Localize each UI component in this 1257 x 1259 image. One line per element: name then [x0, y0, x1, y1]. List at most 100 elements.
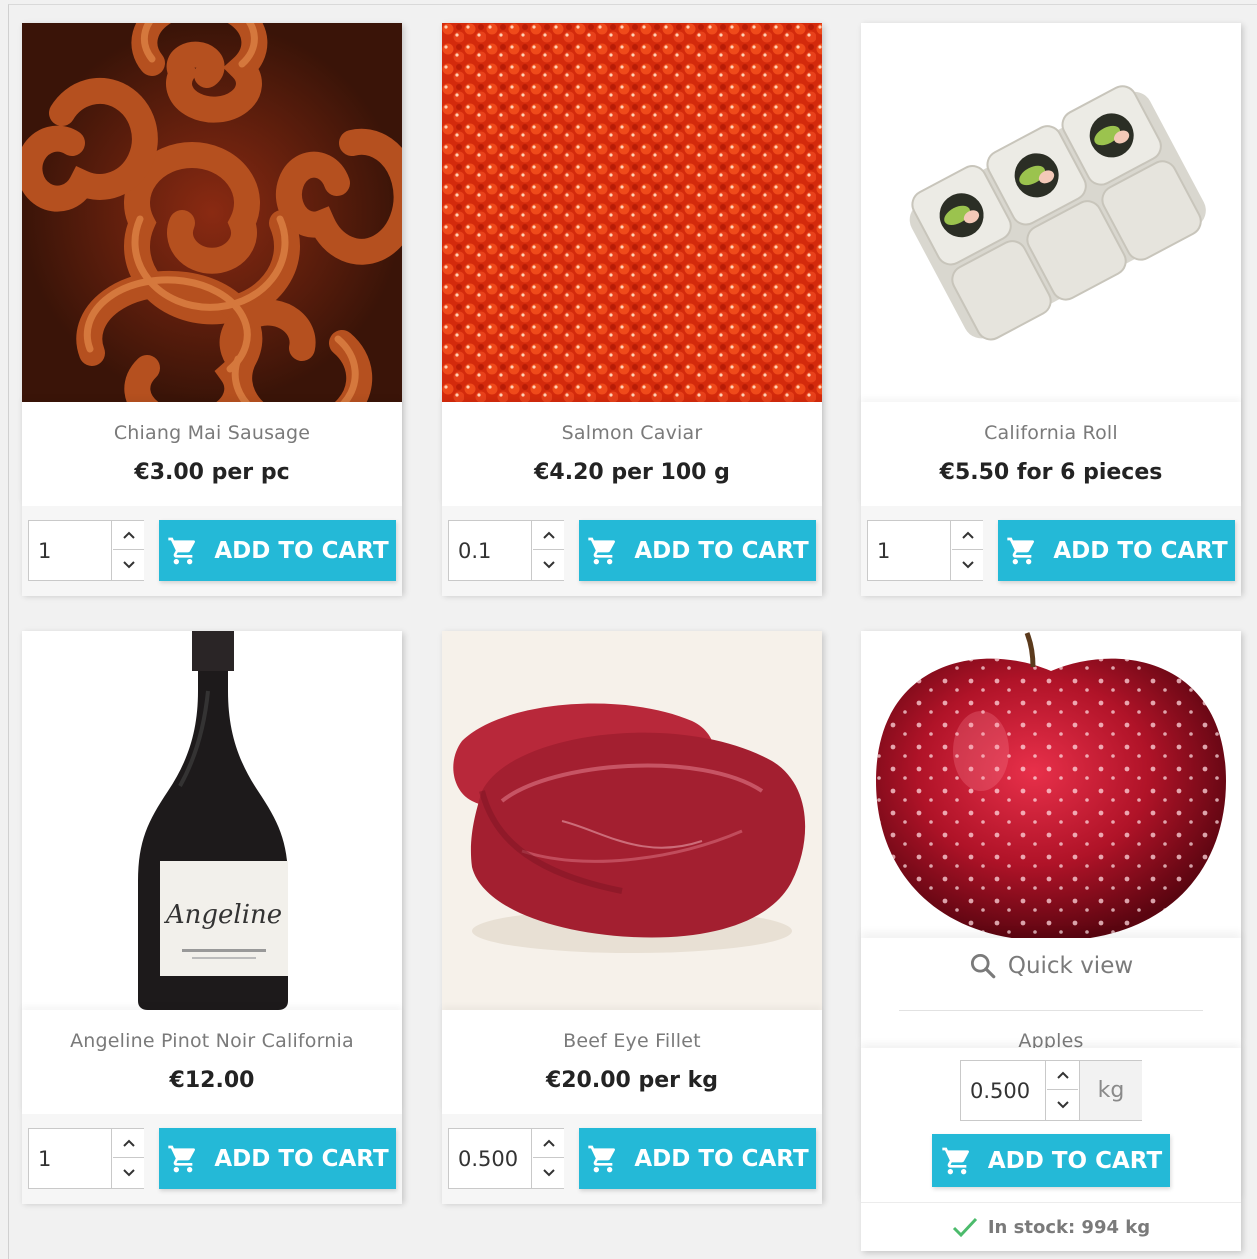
chevron-down-icon — [542, 1168, 556, 1178]
add-to-cart-label: ADD TO CART — [214, 537, 389, 564]
quantity-increase-button[interactable] — [533, 1129, 564, 1158]
quantity-increase-button[interactable] — [1047, 1061, 1078, 1090]
chevron-down-icon — [1056, 1100, 1070, 1110]
checkmark-icon — [952, 1217, 977, 1238]
product-image[interactable] — [442, 23, 822, 402]
shopping-cart-icon — [940, 1145, 974, 1177]
quantity-input[interactable] — [449, 521, 532, 580]
product-name[interactable]: Beef Eye Fillet — [442, 1030, 822, 1052]
product-name[interactable]: Chiang Mai Sausage — [22, 422, 402, 444]
apple-photo — [861, 631, 1241, 938]
product-image[interactable] — [861, 631, 1241, 938]
product-description: Angeline Pinot Noir California €12.00 — [22, 1010, 402, 1114]
product-description: Quick view Apples — [861, 938, 1241, 1052]
product-image[interactable] — [442, 631, 822, 1010]
shopping-cart-icon — [586, 1143, 620, 1175]
sushi-photo — [861, 23, 1241, 402]
quantity-stepper[interactable] — [448, 1128, 564, 1189]
quantity-decrease-button[interactable] — [533, 1158, 564, 1188]
quantity-decrease-button[interactable] — [113, 550, 144, 580]
quantity-decrease-button[interactable] — [113, 1158, 144, 1188]
add-to-cart-button[interactable]: ADD TO CART — [159, 1128, 396, 1189]
product-price: €5.50 for 6 pieces — [939, 460, 1163, 485]
chevron-up-icon — [542, 530, 556, 540]
wine-bottle-photo: Angeline — [22, 631, 402, 1010]
chevron-up-icon — [122, 1138, 136, 1148]
quantity-stepper[interactable] — [448, 520, 564, 581]
product-card-california-roll[interactable]: California Roll €5.50 for 6 pieces ADD T… — [861, 23, 1241, 596]
product-name[interactable]: California Roll — [861, 422, 1241, 444]
product-card-apples[interactable]: Quick view Apples kg ADD TO CART In stoc… — [861, 631, 1241, 1251]
add-to-cart-label: ADD TO CART — [987, 1147, 1163, 1174]
caviar-photo — [442, 23, 822, 402]
product-actions: ADD TO CART — [442, 1114, 822, 1204]
beef-photo — [442, 631, 822, 1010]
product-description: California Roll €5.50 for 6 pieces — [861, 402, 1241, 506]
quantity-increase-button[interactable] — [952, 521, 983, 550]
product-actions: ADD TO CART — [861, 506, 1241, 596]
quick-view-label: Quick view — [1007, 952, 1134, 979]
add-to-cart-button[interactable]: ADD TO CART — [998, 520, 1235, 581]
add-to-cart-button[interactable]: ADD TO CART — [932, 1134, 1170, 1187]
quantity-input[interactable] — [29, 1129, 112, 1188]
add-to-cart-label: ADD TO CART — [1053, 537, 1228, 564]
quantity-decrease-button[interactable] — [533, 550, 564, 580]
quantity-stepper[interactable] — [28, 520, 144, 581]
chevron-down-icon — [122, 560, 136, 570]
shopping-cart-icon — [166, 535, 200, 567]
quick-view-link[interactable]: Quick view — [861, 952, 1241, 979]
product-card-beef-eye-fillet[interactable]: Beef Eye Fillet €20.00 per kg ADD TO CAR… — [442, 631, 822, 1204]
chevron-down-icon — [542, 560, 556, 570]
chevron-down-icon — [122, 1168, 136, 1178]
chevron-up-icon — [1056, 1070, 1070, 1080]
product-image[interactable] — [861, 23, 1241, 402]
quantity-input[interactable] — [29, 521, 112, 580]
product-name[interactable]: Angeline Pinot Noir California — [22, 1030, 402, 1052]
product-card-salmon-caviar[interactable]: Salmon Caviar €4.20 per 100 g ADD TO CAR… — [442, 23, 822, 596]
quantity-decrease-button[interactable] — [1047, 1090, 1078, 1120]
product-actions: ADD TO CART — [442, 506, 822, 596]
product-actions: kg ADD TO CART — [861, 1048, 1241, 1202]
product-price: €12.00 — [169, 1068, 255, 1093]
add-to-cart-label: ADD TO CART — [214, 1145, 389, 1172]
product-card-chiang-mai-sausage[interactable]: Chiang Mai Sausage €3.00 per pc ADD TO C… — [22, 23, 402, 596]
quantity-increase-button[interactable] — [533, 521, 564, 550]
shopping-cart-icon — [166, 1143, 200, 1175]
wine-label-script: Angeline — [164, 900, 282, 930]
quantity-input[interactable] — [449, 1129, 532, 1188]
divider — [899, 1010, 1203, 1011]
product-actions: ADD TO CART — [22, 506, 402, 596]
chevron-up-icon — [122, 530, 136, 540]
add-to-cart-button[interactable]: ADD TO CART — [159, 520, 396, 581]
product-price: €3.00 per pc — [134, 460, 290, 485]
quantity-unit: kg — [1079, 1061, 1142, 1120]
product-description: Chiang Mai Sausage €3.00 per pc — [22, 402, 402, 506]
quantity-decrease-button[interactable] — [952, 550, 983, 580]
shopping-cart-icon — [1005, 535, 1039, 567]
chevron-up-icon — [961, 530, 975, 540]
quantity-stepper[interactable]: kg — [960, 1060, 1142, 1121]
product-description: Salmon Caviar €4.20 per 100 g — [442, 402, 822, 506]
product-image[interactable]: Angeline — [22, 631, 402, 1010]
shopping-cart-icon — [586, 535, 620, 567]
quantity-increase-button[interactable] — [113, 521, 144, 550]
quantity-input[interactable] — [868, 521, 951, 580]
product-image[interactable] — [22, 23, 402, 402]
chevron-down-icon — [961, 560, 975, 570]
add-to-cart-label: ADD TO CART — [634, 537, 809, 564]
product-name[interactable]: Salmon Caviar — [442, 422, 822, 444]
quantity-stepper[interactable] — [867, 520, 983, 581]
add-to-cart-button[interactable]: ADD TO CART — [579, 1128, 816, 1189]
stock-availability: In stock: 994 kg — [861, 1202, 1241, 1251]
quantity-input[interactable] — [961, 1061, 1046, 1120]
sausage-photo — [22, 23, 402, 402]
product-price: €20.00 per kg — [545, 1068, 719, 1093]
quantity-increase-button[interactable] — [113, 1129, 144, 1158]
add-to-cart-label: ADD TO CART — [634, 1145, 809, 1172]
add-to-cart-button[interactable]: ADD TO CART — [579, 520, 816, 581]
product-description: Beef Eye Fillet €20.00 per kg — [442, 1010, 822, 1114]
chevron-up-icon — [542, 1138, 556, 1148]
product-card-angeline-pinot-noir[interactable]: Angeline Angeline Pinot Noir California … — [22, 631, 402, 1204]
quantity-stepper[interactable] — [28, 1128, 144, 1189]
search-icon — [970, 953, 996, 979]
